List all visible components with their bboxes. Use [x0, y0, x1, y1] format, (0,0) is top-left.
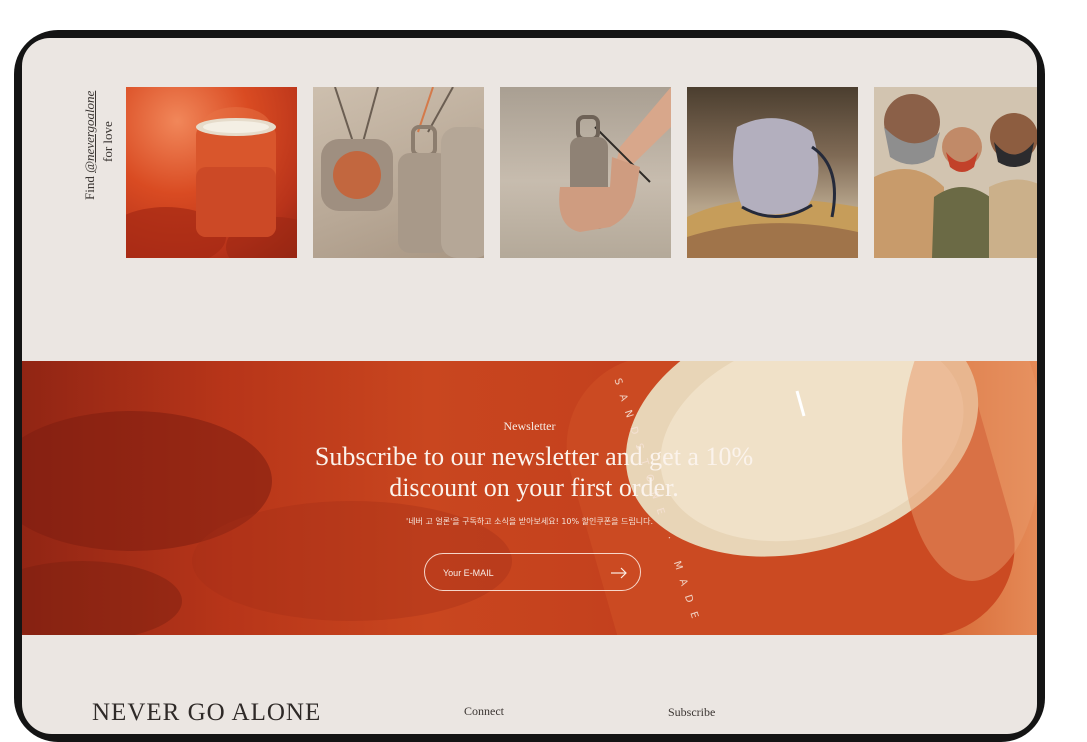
page-viewport: Find @nevergoalone for love SANDSTONE · … [22, 38, 1037, 734]
footer-brand-logo[interactable]: NEVER GO ALONE [92, 699, 321, 727]
pendant-illustration [321, 87, 484, 258]
people-illustration [874, 87, 1037, 258]
caption-suffix: for love [100, 121, 115, 162]
newsletter-subtitle: '네버 고 얼론'을 구독하고 소식을 받아보세요! 10% 할인쿠폰을 드립니… [406, 517, 653, 526]
mask-illustration [687, 118, 858, 258]
footer-connect-heading: Connect [464, 704, 504, 718]
instagram-image-mask[interactable] [687, 87, 858, 258]
arrow-right-icon[interactable] [610, 566, 628, 580]
instagram-image-candle[interactable] [126, 87, 297, 258]
newsletter-title: Subscribe to our newsletter and get a 10… [314, 442, 754, 502]
hand-illustration [559, 87, 671, 232]
instagram-image-hand[interactable] [500, 87, 671, 258]
footer-subscribe-heading: Subscribe [668, 705, 716, 719]
candle-illustration [126, 107, 297, 258]
newsletter-banner: SANDSTONE · MADE IN Newsletter Subscribe… [22, 361, 1037, 635]
instagram-image-people[interactable] [874, 87, 1037, 258]
instagram-caption: Find @nevergoalone for love [82, 91, 118, 258]
newsletter-email-form [424, 553, 641, 591]
email-input[interactable] [443, 565, 603, 581]
instagram-image-pendants[interactable] [313, 87, 484, 258]
caption-prefix: Find [82, 176, 97, 200]
newsletter-kicker: Newsletter [503, 419, 556, 433]
instagram-caption-line1: Find @nevergoalone [82, 91, 98, 200]
instagram-handle-link[interactable]: @nevergoalone [82, 91, 97, 173]
